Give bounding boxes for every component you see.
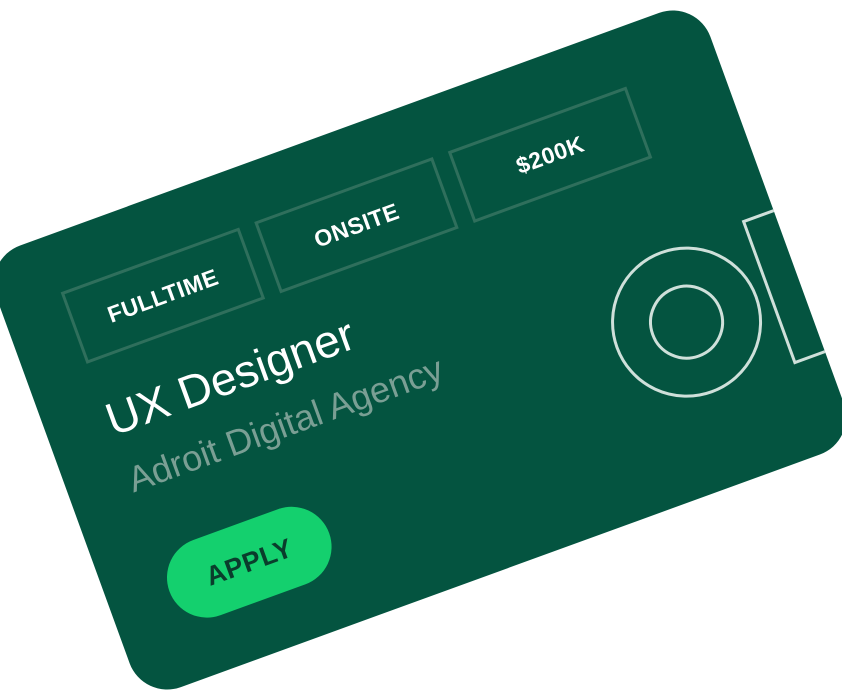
location-type-tag: ONSITE bbox=[254, 156, 459, 294]
employment-type-tag: FULLTIME bbox=[60, 227, 266, 364]
canvas: FULLTIME ONSITE $200K UX Designer Adroit… bbox=[0, 0, 842, 698]
job-card[interactable]: FULLTIME ONSITE $200K UX Designer Adroit… bbox=[0, 0, 842, 698]
tag-list: FULLTIME ONSITE $200K bbox=[60, 86, 653, 364]
company-logo-watermark bbox=[611, 180, 842, 398]
salary-tag: $200K bbox=[447, 86, 653, 223]
apply-button[interactable]: APPLY bbox=[155, 495, 343, 629]
